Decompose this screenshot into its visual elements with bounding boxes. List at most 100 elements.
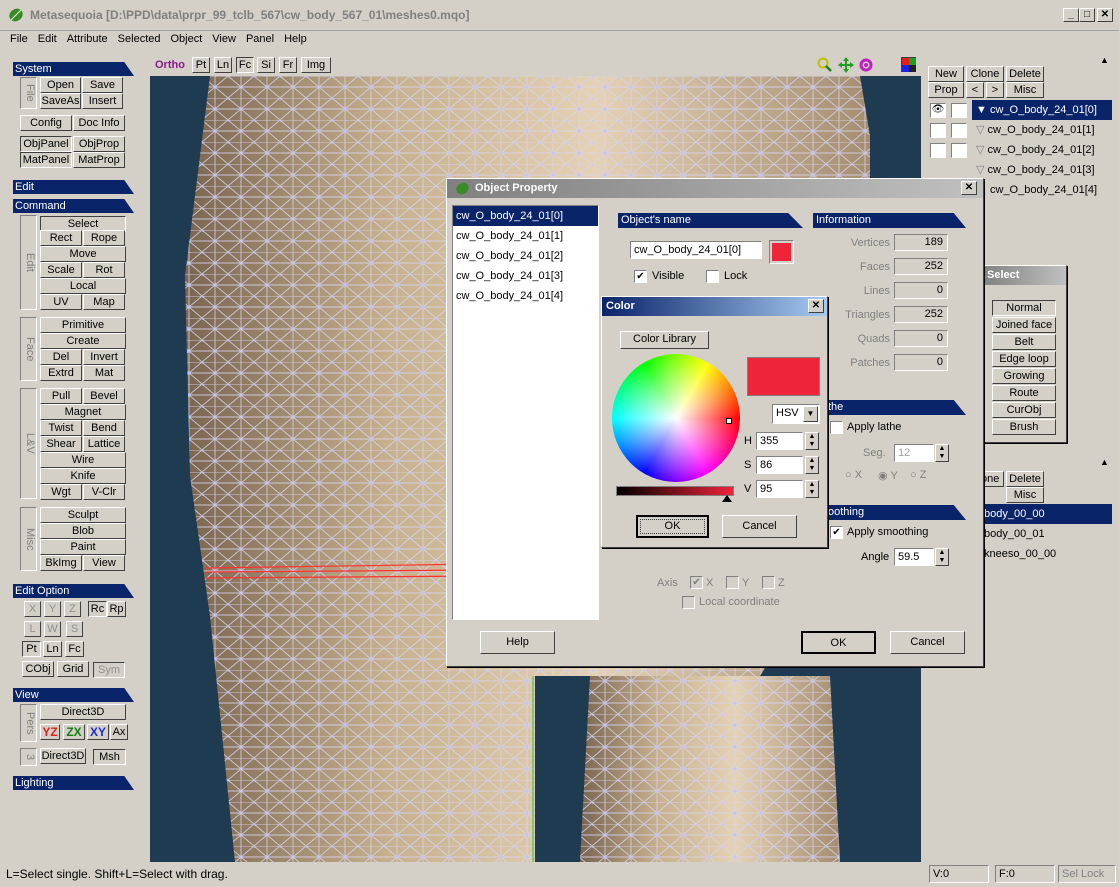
lock-y-button[interactable]: Y (44, 601, 61, 617)
axis-z-checkbox[interactable] (762, 576, 775, 589)
v-spinner[interactable]: ▲ ▼ (805, 480, 819, 498)
pan-icon[interactable] (838, 57, 854, 73)
object-name-input[interactable]: cw_O_body_24_01[0] (630, 241, 762, 259)
obj-prop-button[interactable]: Prop (928, 82, 964, 98)
vt-ln-button[interactable]: Ln (214, 57, 232, 73)
section-view[interactable]: View (13, 688, 134, 702)
menu-panel[interactable]: Panel (241, 31, 279, 47)
section-edit-option[interactable]: Edit Option (13, 584, 134, 598)
shear-button[interactable]: Shear (40, 436, 82, 452)
vt-si-button[interactable]: Si (257, 57, 275, 73)
vt-img-button[interactable]: Img (301, 57, 331, 73)
s-spinner[interactable]: ▲ ▼ (805, 456, 819, 474)
h-input[interactable]: 355 (756, 432, 803, 450)
config-button[interactable]: Config (20, 115, 72, 131)
obj-item[interactable]: ▽ cw_O_body_24_01[1] (972, 120, 1112, 140)
blob-button[interactable]: Blob (40, 523, 126, 539)
object-list[interactable]: cw_O_body_24_01[0] cw_O_body_24_01[1] cw… (452, 205, 599, 620)
object-list-item[interactable]: cw_O_body_24_01[0] (453, 206, 598, 226)
wgt-button[interactable]: Wgt (40, 484, 82, 500)
help-button[interactable]: Help (480, 631, 555, 654)
xy-view-button[interactable]: XY (87, 724, 109, 740)
create-button[interactable]: Create (40, 333, 126, 349)
select-route-button[interactable]: Route (992, 385, 1056, 401)
obj-item[interactable]: ▽ cw_O_body_24_01[3] (972, 160, 1112, 180)
matprop-button[interactable]: MatProp (73, 152, 125, 168)
select-edge-loop-button[interactable]: Edge loop (992, 351, 1056, 367)
seg-spinner[interactable]: ▲ ▼ (935, 444, 949, 462)
cobj-button[interactable]: CObj (22, 661, 54, 677)
select-curobj-button[interactable]: CurObj (992, 402, 1056, 418)
lock-x-button[interactable]: X (24, 601, 41, 617)
value-slider[interactable] (616, 486, 734, 496)
menu-selected[interactable]: Selected (113, 31, 166, 47)
chevron-down-icon[interactable]: ▼ (803, 406, 818, 422)
scale-button[interactable]: Scale (40, 262, 82, 278)
paint-button[interactable]: Paint (40, 539, 126, 555)
obj-row-2[interactable]: ▽ cw_O_body_24_01[2] (926, 140, 1112, 160)
docinfo-button[interactable]: Doc Info (73, 115, 125, 131)
select-brush-button[interactable]: Brush (992, 419, 1056, 435)
color-wheel-cursor[interactable] (726, 418, 732, 424)
value-slider-thumb[interactable] (722, 495, 732, 502)
ln-mode-button[interactable]: Ln (43, 641, 62, 657)
object-list-item[interactable]: cw_O_body_24_01[3] (453, 266, 598, 286)
section-command[interactable]: Command (13, 199, 134, 213)
twist-button[interactable]: Twist (40, 420, 82, 436)
section-lighting[interactable]: Lighting (13, 776, 134, 790)
section-system[interactable]: System (13, 62, 134, 76)
object-property-close-button[interactable]: ✕ (961, 181, 977, 195)
view-button[interactable]: View (83, 555, 125, 571)
s-input[interactable]: 86 (756, 456, 803, 474)
extrd-button[interactable]: Extrd (40, 365, 82, 381)
obj-item[interactable]: ▼ cw_O_body_24_01[0] (972, 100, 1112, 120)
lock-toggle[interactable] (951, 103, 967, 118)
apply-smoothing-checkbox[interactable]: ✔ (830, 526, 843, 539)
vclr-button[interactable]: V-Clr (83, 484, 125, 500)
vt-fc-button[interactable]: Fc (236, 57, 254, 73)
rp-button[interactable]: Rp (107, 601, 126, 617)
axis-radio-z[interactable]: ○ Z (910, 469, 926, 481)
lattice-button[interactable]: Lattice (83, 436, 125, 452)
rope-button[interactable]: Rope (83, 230, 125, 246)
obj-row-3[interactable]: ▽ cw_O_body_24_01[3] (926, 160, 1112, 180)
rc-button[interactable]: Rc (88, 601, 107, 617)
vt-pt-button[interactable]: Pt (192, 57, 210, 73)
close-button[interactable]: ✕ (1097, 8, 1113, 22)
matpanel-button[interactable]: MatPanel (20, 152, 72, 168)
angle-spinner[interactable]: ▲ ▼ (935, 548, 949, 566)
axis-y-checkbox[interactable] (726, 576, 739, 589)
sel-lock-status[interactable]: Sel Lock (1058, 865, 1116, 883)
axis-x-checkbox[interactable]: ✔ (690, 576, 703, 589)
eye-icon[interactable]: 👁 (930, 103, 946, 118)
obj-misc-button[interactable]: Misc (1006, 82, 1044, 98)
menu-attribute[interactable]: Attribute (62, 31, 113, 47)
direct3d-button[interactable]: Direct3D (40, 704, 126, 720)
rotate-icon[interactable] (858, 57, 874, 73)
obj-delete-button[interactable]: Delete (1006, 66, 1044, 82)
del-button[interactable]: Del (40, 349, 82, 365)
mat-delete-button[interactable]: Delete (1006, 471, 1044, 487)
menu-help[interactable]: Help (279, 31, 312, 47)
lock-toggle[interactable] (951, 123, 967, 138)
obj-row-1[interactable]: ▽ cw_O_body_24_01[1] (926, 120, 1112, 140)
save-button[interactable]: Save (82, 77, 123, 93)
s-button[interactable]: S (66, 621, 83, 637)
insert-button[interactable]: Insert (82, 93, 123, 109)
menu-file[interactable]: File (5, 31, 33, 47)
grid-button[interactable]: Grid (57, 661, 89, 677)
objprop-cancel-button[interactable]: Cancel (890, 631, 965, 654)
fc-mode-button[interactable]: Fc (65, 641, 84, 657)
direct3d-2-button[interactable]: Direct3D (40, 748, 86, 764)
zoom-icon[interactable] (817, 57, 833, 73)
maximize-button[interactable]: □ (1079, 8, 1095, 22)
objprop-ok-button[interactable]: OK (801, 631, 876, 654)
rot-button[interactable]: Rot (83, 262, 125, 278)
open-button[interactable]: Open (40, 77, 81, 93)
bkimg-button[interactable]: BkImg (40, 555, 82, 571)
object-color-swatch[interactable] (769, 240, 794, 264)
uv-button[interactable]: UV (40, 294, 82, 310)
mat-misc-button[interactable]: Misc (1006, 487, 1044, 503)
color-mode-select[interactable]: HSV ▼ (772, 404, 820, 424)
select-belt-button[interactable]: Belt (992, 334, 1056, 350)
